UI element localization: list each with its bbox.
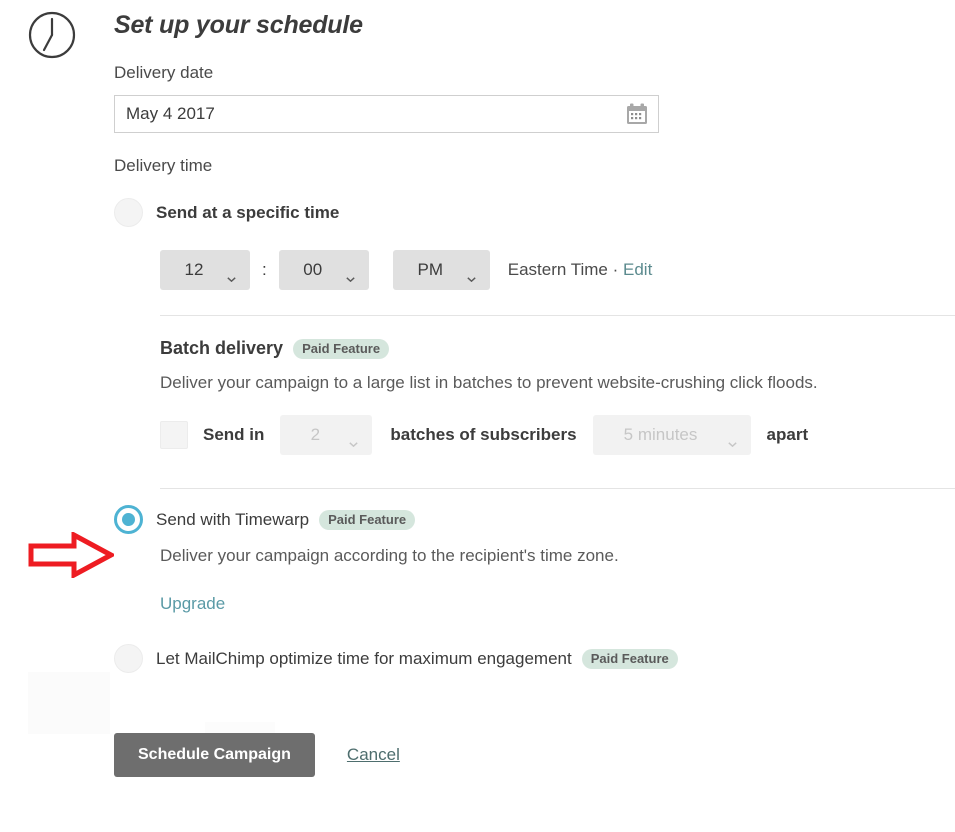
page-title: Set up your schedule: [114, 11, 363, 39]
radio-send-at-specific-time[interactable]: [114, 198, 143, 227]
batch-delivery-checkbox[interactable]: [160, 421, 188, 449]
batch-delivery-controls: Send in 2 batches of subscribers 5 minut…: [160, 415, 955, 455]
batch-delivery-description: Deliver your campaign to a large list in…: [160, 373, 818, 392]
delivery-date-label: Delivery date: [114, 63, 214, 82]
batch-interval-select[interactable]: 5 minutes: [592, 415, 751, 455]
time-colon: :: [262, 260, 267, 279]
delivery-date-value[interactable]: May 4 2017: [126, 104, 215, 124]
schedule-campaign-button[interactable]: Schedule Campaign: [114, 733, 315, 777]
option-optimize-time[interactable]: Let MailChimp optimize time for maximum …: [114, 644, 955, 673]
timezone-separator: ·: [607, 260, 623, 279]
form-actions: Schedule Campaign Cancel: [114, 733, 955, 777]
timezone-edit-link[interactable]: Edit: [623, 260, 652, 279]
meridiem-select[interactable]: PM: [392, 250, 490, 290]
batches-of-subscribers-label: batches of subscribers: [390, 425, 577, 444]
delivery-time-label: Delivery time: [114, 156, 213, 175]
clock-icon: [27, 10, 77, 60]
radio-send-with-timewarp[interactable]: [114, 505, 143, 534]
badge-paid-feature-optimize: Paid Feature: [581, 648, 678, 669]
chevron-down-icon: [467, 267, 476, 283]
timezone-name: Eastern Time: [507, 260, 608, 279]
timezone-text: Eastern Time · Edit: [508, 260, 653, 280]
upgrade-link[interactable]: Upgrade: [160, 594, 225, 614]
specific-time-controls: 12 : 00 PM Eastern Time · Edit Batch del…: [160, 250, 955, 489]
apart-label: apart: [766, 425, 809, 444]
badge-paid-feature-batch: Paid Feature: [293, 338, 390, 359]
delivery-date-field[interactable]: May 4 2017: [114, 95, 659, 133]
capture-artifact-left: [28, 672, 110, 734]
option-label-timewarp: Send with Timewarp: [156, 509, 310, 529]
divider-after-batch: [160, 488, 955, 489]
calendar-icon[interactable]: [625, 102, 649, 126]
chevron-down-icon: [227, 267, 236, 283]
schedule-form: Set up your schedule Delivery date May 4…: [114, 0, 955, 777]
minute-select[interactable]: 00: [278, 250, 369, 290]
timewarp-description: Deliver your campaign according to the r…: [160, 546, 619, 565]
divider-after-time: [160, 315, 955, 316]
red-arrow-annotation: [28, 530, 117, 580]
badge-paid-feature-timewarp: Paid Feature: [319, 509, 416, 530]
batch-interval-value: 5 minutes: [623, 425, 698, 444]
chevron-down-icon: [349, 432, 359, 448]
schedule-page: Set up your schedule Delivery date May 4…: [0, 0, 955, 832]
hour-value: 12: [184, 260, 204, 279]
option-label-specific-time: Send at a specific time: [156, 202, 340, 222]
radio-optimize-time[interactable]: [114, 644, 143, 673]
option-label-optimize: Let MailChimp optimize time for maximum …: [156, 648, 572, 668]
batch-count-select[interactable]: 2: [280, 415, 373, 455]
minute-value: 00: [303, 260, 323, 279]
time-picker-row: 12 : 00 PM Eastern Time · Edit: [160, 250, 955, 290]
option-send-at-specific-time[interactable]: Send at a specific time: [114, 198, 955, 227]
chevron-down-icon: [346, 267, 355, 283]
cancel-link[interactable]: Cancel: [347, 745, 400, 765]
chevron-down-icon: [727, 432, 737, 448]
hour-select[interactable]: 12: [160, 250, 250, 290]
batch-count-value: 2: [310, 425, 321, 444]
batch-delivery-heading: Batch delivery Paid Feature: [160, 338, 955, 359]
option-send-with-timewarp[interactable]: Send with Timewarp Paid Feature: [114, 505, 955, 534]
batch-delivery-title: Batch delivery: [160, 338, 284, 358]
meridiem-value: PM: [417, 260, 443, 279]
send-in-label: Send in: [203, 425, 265, 444]
